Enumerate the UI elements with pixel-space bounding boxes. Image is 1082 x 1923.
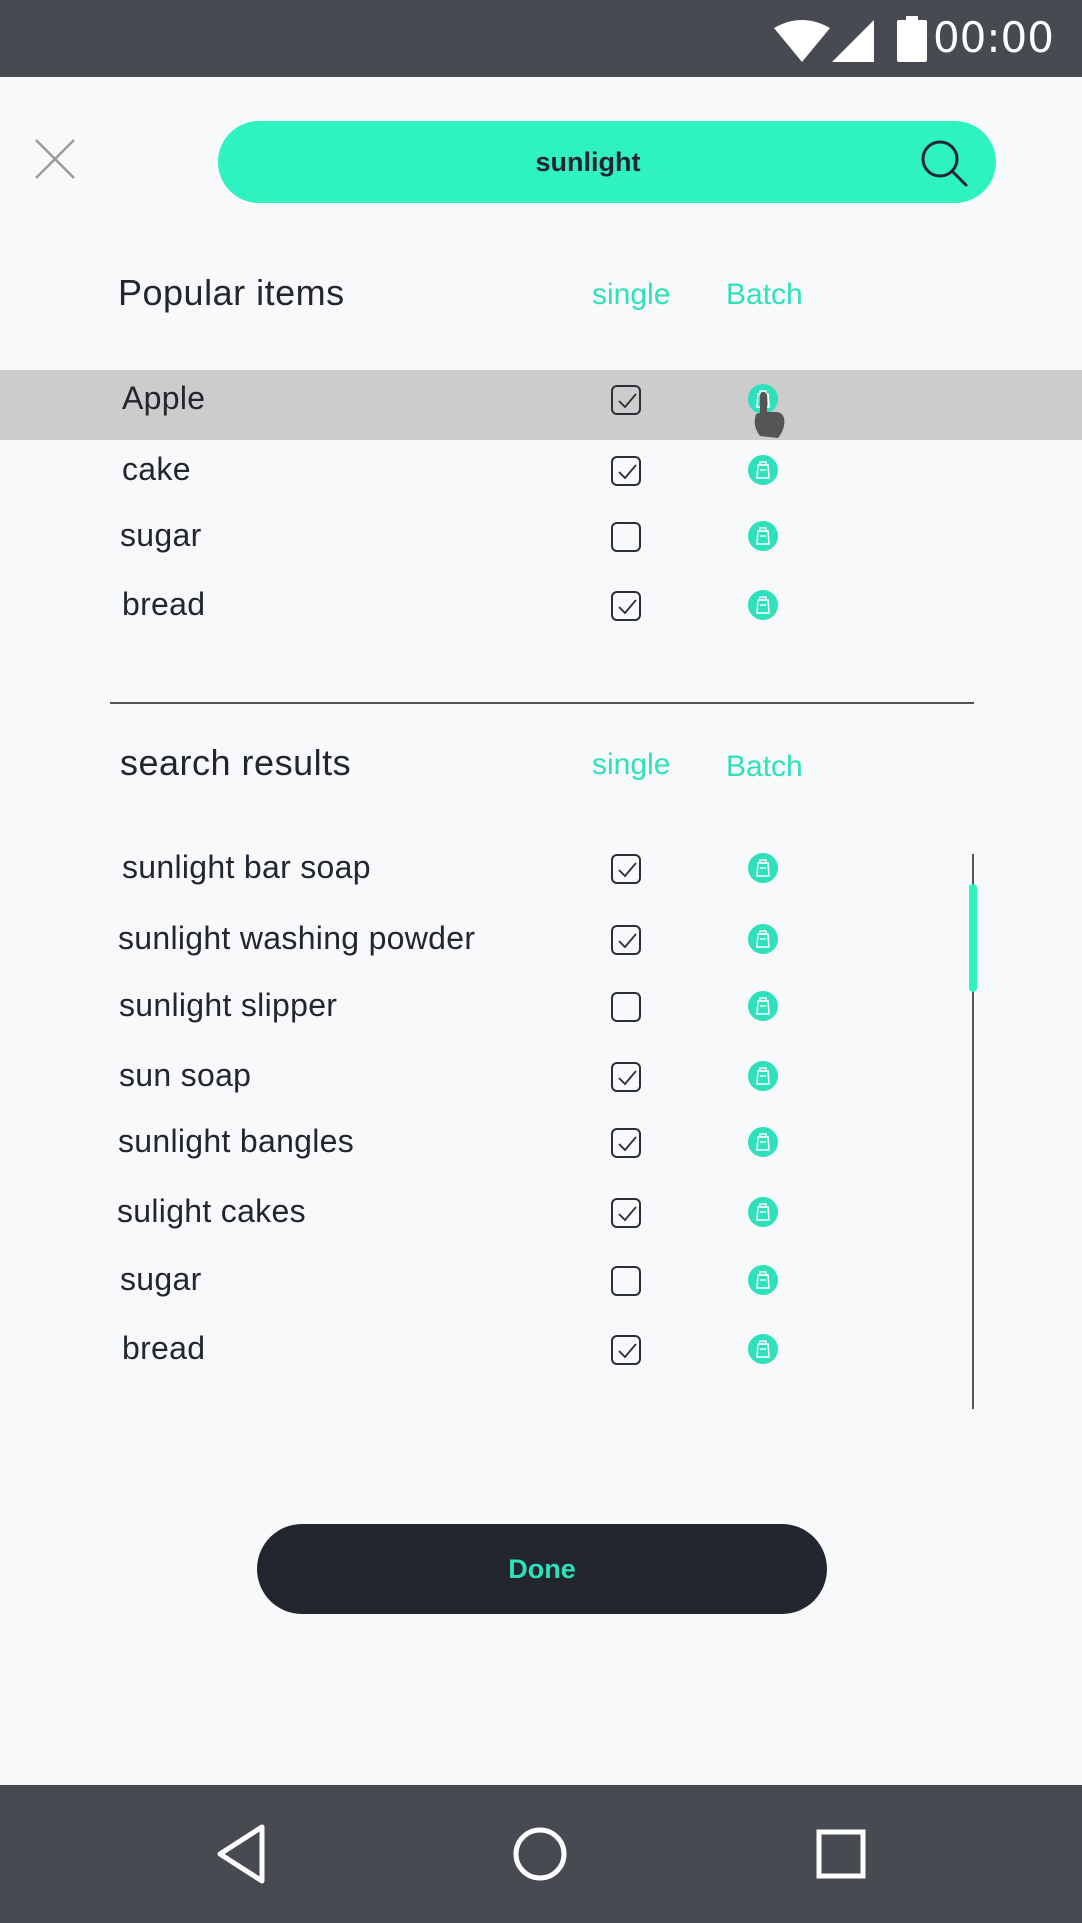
- close-icon: [35, 139, 75, 179]
- done-button[interactable]: Done: [257, 1524, 827, 1614]
- popular-item-label: cake: [122, 451, 191, 487]
- results-item-label: sugar: [120, 1261, 202, 1297]
- results-single-checkbox[interactable]: [611, 925, 641, 955]
- results-batch-button[interactable]: [748, 1061, 778, 1091]
- results-item-label: sunlight washing powder: [118, 920, 476, 956]
- results-single-checkbox[interactable]: [611, 1062, 641, 1092]
- results-item-label: bread: [122, 1330, 206, 1366]
- results-batch-button[interactable]: [748, 853, 778, 883]
- batch-bag-icon: [756, 859, 770, 877]
- results-item-label: sunlight bangles: [118, 1123, 355, 1159]
- hand-pointer-icon: [754, 392, 785, 438]
- results-single-checkbox[interactable]: [611, 1335, 641, 1365]
- search-input[interactable]: sunlight: [218, 121, 958, 203]
- signal-icon: [832, 20, 874, 62]
- batch-bag-icon: [756, 1203, 770, 1221]
- check-icon: [618, 1206, 637, 1222]
- status-time: 00:00: [932, 13, 1054, 62]
- results-single-checkbox[interactable]: [611, 1198, 641, 1228]
- results-batch-button[interactable]: [748, 991, 778, 1021]
- navigation-bar: [0, 1785, 1082, 1923]
- popular-items-title: Popular items: [118, 272, 345, 313]
- check-icon: [618, 933, 637, 949]
- back-triangle-icon: [217, 1824, 265, 1884]
- results-batch-button[interactable]: [748, 1265, 778, 1295]
- popular-single-checkbox[interactable]: [611, 456, 641, 486]
- popular-single-checkbox[interactable]: [611, 522, 641, 552]
- batch-bag-icon: [756, 1067, 770, 1085]
- batch-bag-icon: [756, 596, 770, 614]
- popular-item-label: Apple: [122, 380, 206, 416]
- check-icon: [618, 599, 637, 615]
- batch-bag-icon: [756, 461, 770, 479]
- results-single-checkbox[interactable]: [611, 1128, 641, 1158]
- popular-single-checkbox[interactable]: [611, 591, 641, 621]
- popular-batch-button[interactable]: [748, 455, 778, 485]
- popular-item-label: bread: [122, 586, 206, 622]
- status-bar: 00:00: [0, 0, 1082, 77]
- nav-home-button[interactable]: [505, 1819, 575, 1889]
- search-bar[interactable]: sunlight: [218, 121, 996, 203]
- batch-bag-icon: [756, 1271, 770, 1289]
- popular-single-header: single: [592, 278, 671, 311]
- batch-bag-icon: [756, 1340, 770, 1358]
- results-single-checkbox[interactable]: [611, 854, 641, 884]
- results-single-checkbox[interactable]: [611, 1266, 641, 1296]
- results-item-label: sunlight slipper: [119, 987, 338, 1023]
- results-single-header: single: [592, 748, 671, 781]
- popular-item-label: sugar: [120, 517, 202, 553]
- check-icon: [618, 393, 637, 409]
- recents-square-icon: [816, 1829, 866, 1879]
- check-icon: [618, 862, 637, 878]
- check-icon: [618, 1136, 637, 1152]
- results-item-label: sulight cakes: [117, 1193, 306, 1229]
- scrollbar-thumb[interactable]: [969, 884, 977, 992]
- results-batch-header: Batch: [726, 750, 803, 783]
- batch-bag-icon: [756, 1133, 770, 1151]
- results-item-label: sunlight bar soap: [122, 849, 371, 885]
- check-icon: [618, 464, 637, 480]
- batch-bag-icon: [756, 527, 770, 545]
- results-item-label: sun soap: [119, 1057, 252, 1093]
- battery-icon: [897, 16, 927, 62]
- results-single-checkbox[interactable]: [611, 992, 641, 1022]
- home-circle-icon: [513, 1827, 567, 1881]
- check-icon: [618, 1343, 637, 1359]
- popular-single-checkbox[interactable]: [611, 385, 641, 415]
- nav-back-button[interactable]: [206, 1819, 276, 1889]
- wifi-icon: [774, 20, 830, 62]
- popular-batch-header: Batch: [726, 278, 803, 311]
- batch-bag-icon: [756, 930, 770, 948]
- results-batch-button[interactable]: [748, 1127, 778, 1157]
- search-button[interactable]: [920, 139, 968, 187]
- close-button[interactable]: [32, 136, 78, 182]
- popular-batch-button[interactable]: [748, 521, 778, 551]
- batch-bag-icon: [756, 997, 770, 1015]
- results-batch-button[interactable]: [748, 924, 778, 954]
- results-batch-button[interactable]: [748, 1334, 778, 1364]
- search-icon: [921, 140, 968, 187]
- search-results-title: search results: [120, 742, 352, 783]
- check-icon: [618, 1070, 637, 1086]
- section-divider: [110, 702, 974, 704]
- results-batch-button[interactable]: [748, 1197, 778, 1227]
- nav-recents-button[interactable]: [806, 1819, 876, 1889]
- popular-batch-button[interactable]: [748, 590, 778, 620]
